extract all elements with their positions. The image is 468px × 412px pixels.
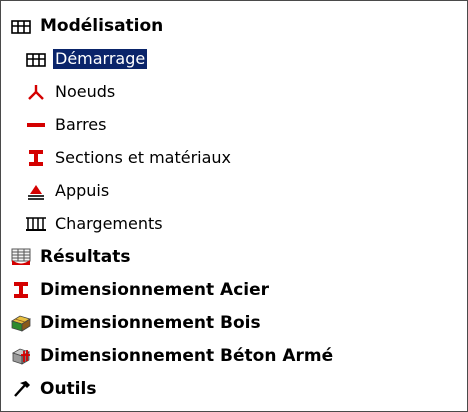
node-icon xyxy=(25,81,47,103)
steel-i-beam-icon xyxy=(10,279,32,301)
tree-item-dim-bois[interactable]: Dimensionnement Bois xyxy=(1,306,467,339)
tree-item-label: Résultats xyxy=(40,246,131,267)
i-beam-section-icon xyxy=(25,147,47,169)
frame-structure-icon xyxy=(10,15,32,37)
tree-item-label: Chargements xyxy=(55,213,163,233)
tree-item-noeuds[interactable]: Noeuds xyxy=(1,75,467,108)
tree-item-dim-beton[interactable]: Dimensionnement Béton Armé xyxy=(1,339,467,372)
tree-item-resultats[interactable]: Résultats xyxy=(1,240,467,273)
wood-beam-icon xyxy=(10,312,32,334)
tree-item-label: Dimensionnement Acier xyxy=(40,279,270,300)
tree-item-modelisation[interactable]: Modélisation xyxy=(1,9,467,42)
tree-item-sections[interactable]: Sections et matériaux xyxy=(1,141,467,174)
project-tree-panel: Modélisation Démarrage Noeuds Barres Sec… xyxy=(0,0,468,412)
tools-icon xyxy=(10,378,32,400)
support-icon xyxy=(25,180,47,202)
tree-item-label: Noeuds xyxy=(55,81,116,101)
tree-item-label: Outils xyxy=(40,378,97,399)
results-table-icon xyxy=(10,246,32,268)
tree-item-barres[interactable]: Barres xyxy=(1,108,467,141)
bar-icon xyxy=(25,114,47,136)
tree-item-label: Barres xyxy=(55,114,107,134)
tree-item-label: Démarrage xyxy=(53,48,148,69)
frame-structure-icon xyxy=(25,48,47,70)
project-tree: Modélisation Démarrage Noeuds Barres Sec… xyxy=(1,9,467,405)
tree-item-label: Sections et matériaux xyxy=(55,147,232,167)
tree-item-demarrage[interactable]: Démarrage xyxy=(1,42,467,75)
tree-item-label: Dimensionnement Bois xyxy=(40,312,261,333)
tree-item-dim-acier[interactable]: Dimensionnement Acier xyxy=(1,273,467,306)
tree-item-outils[interactable]: Outils xyxy=(1,372,467,405)
tree-item-chargements[interactable]: Chargements xyxy=(1,207,467,240)
concrete-block-icon xyxy=(10,345,32,367)
tree-item-label: Appuis xyxy=(55,180,110,200)
loads-icon xyxy=(25,213,47,235)
tree-item-label: Dimensionnement Béton Armé xyxy=(40,345,334,366)
tree-item-label: Modélisation xyxy=(40,15,164,36)
tree-item-appuis[interactable]: Appuis xyxy=(1,174,467,207)
